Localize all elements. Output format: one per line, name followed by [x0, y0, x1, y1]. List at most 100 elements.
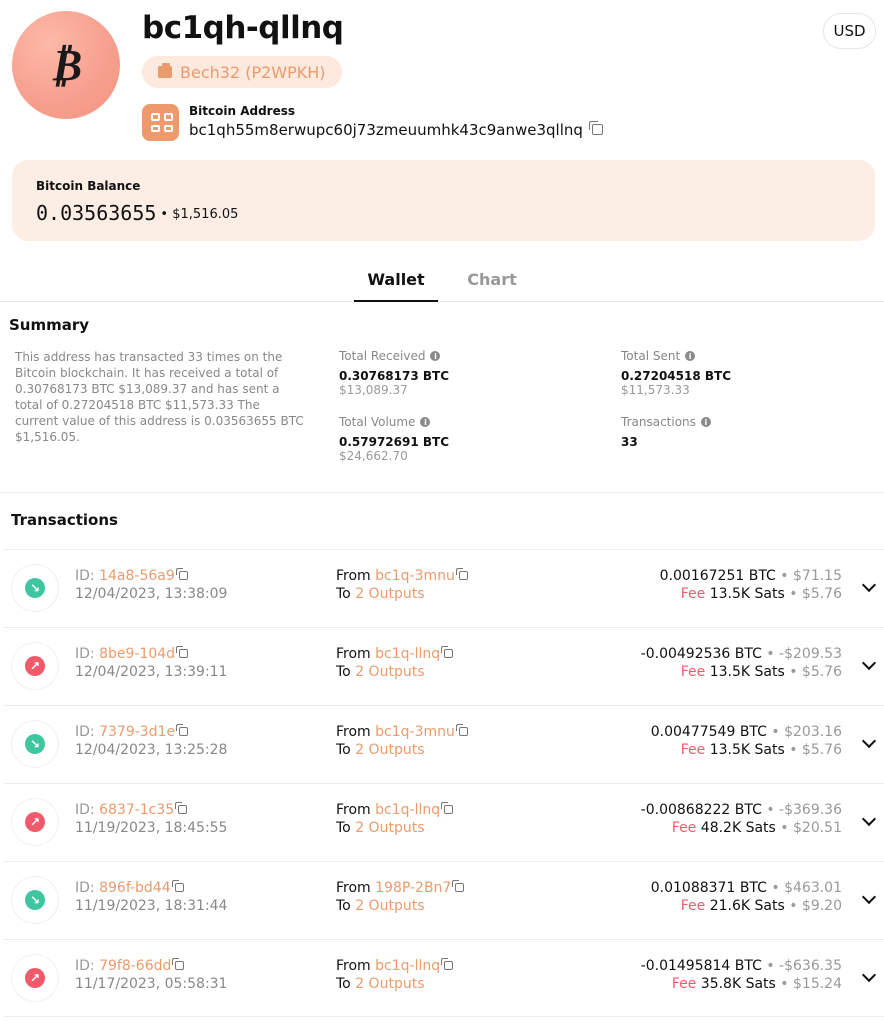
wallet-icon: [158, 63, 172, 78]
chevron-down-icon[interactable]: [861, 889, 877, 905]
to-prefix: To: [336, 664, 351, 680]
from-address-link[interactable]: bc1q-3mnu: [375, 568, 455, 584]
arrow-up-right-icon: ↗: [25, 812, 45, 832]
qr-code-icon-part: [164, 113, 173, 121]
tx-id: ID: 6837-1c35: [75, 802, 188, 818]
stat-total-sent: Total Sent i 0.27204518 BTC $11,573.33: [621, 349, 731, 397]
direction-badge: ↘: [12, 877, 58, 923]
chevron-down-icon[interactable]: [861, 967, 877, 983]
copy-icon[interactable]: [441, 958, 454, 970]
tx-id-link[interactable]: 79f8-66dd: [99, 958, 171, 974]
tx-date: 12/04/2023, 13:25:28: [75, 742, 228, 758]
tx-id-prefix: ID:: [75, 724, 95, 740]
tx-date: 12/04/2023, 13:38:09: [75, 586, 228, 602]
copy-icon[interactable]: [176, 646, 189, 658]
tab-wallet[interactable]: Wallet: [354, 270, 438, 302]
fee-usd: • $5.76: [789, 664, 842, 680]
fee-sats: 48.2K Sats: [700, 820, 776, 836]
divider: [0, 492, 884, 493]
tx-id-link[interactable]: 896f-bd44: [99, 880, 171, 896]
info-icon[interactable]: i: [420, 417, 431, 427]
to-prefix: To: [336, 898, 351, 914]
tx-id-link[interactable]: 6837-1c35: [99, 802, 174, 818]
stat-transactions: Transactions i 33: [621, 415, 711, 449]
chevron-down-icon[interactable]: [861, 811, 877, 827]
copy-icon[interactable]: [455, 568, 468, 580]
stat-usd: $11,573.33: [621, 383, 690, 397]
tx-amount-btc: 0.00477549 BTC: [650, 724, 767, 740]
copy-icon[interactable]: [452, 880, 465, 892]
tx-from: From bc1q-llnq: [336, 958, 454, 974]
fee-label: Fee: [680, 586, 706, 602]
currency-button[interactable]: USD: [823, 13, 876, 49]
info-icon[interactable]: i: [700, 417, 711, 427]
copy-icon[interactable]: [176, 724, 189, 736]
qr-code-icon-part: [164, 124, 173, 132]
chevron-down-icon[interactable]: [861, 733, 877, 749]
from-address-link[interactable]: bc1q-llnq: [375, 958, 440, 974]
info-icon[interactable]: i: [685, 351, 696, 361]
tx-id: ID: 7379-3d1e: [75, 724, 189, 740]
fee-usd: • $20.51: [780, 820, 842, 836]
copy-icon[interactable]: [441, 646, 454, 658]
table-row[interactable]: ↘ ID: 14a8-56a9 12/04/2023, 13:38:09 From b…: [4, 549, 884, 627]
tx-id-prefix: ID:: [75, 880, 95, 896]
page-title: bc1qh-qllnq: [142, 10, 344, 46]
table-row[interactable]: ↘ ID: 7379-3d1e 12/04/2023, 13:25:28 From b…: [4, 705, 884, 783]
tx-amount-btc: -0.00868222 BTC: [640, 802, 762, 818]
stat-label: Transactions: [621, 415, 696, 429]
fee-sats: 21.6K Sats: [709, 898, 785, 914]
direction-badge: ↘: [12, 721, 58, 767]
fee-usd: • $5.76: [789, 742, 842, 758]
summary-title: Summary: [9, 316, 90, 334]
to-prefix: To: [336, 820, 351, 836]
stat-label: Total Volume: [339, 415, 416, 429]
table-row[interactable]: ↗ ID: 8be9-104d 12/04/2023, 13:39:11 From b…: [4, 627, 884, 705]
tab-chart[interactable]: Chart: [462, 270, 522, 289]
to-outputs-link[interactable]: 2 Outputs: [355, 586, 424, 602]
chevron-down-icon[interactable]: [861, 577, 877, 593]
copy-icon[interactable]: [172, 958, 185, 970]
tx-amount-usd: • -$209.53: [766, 646, 842, 662]
fee-usd: • $9.20: [789, 898, 842, 914]
tx-id-link[interactable]: 7379-3d1e: [99, 724, 175, 740]
fee-sats: 13.5K Sats: [709, 664, 785, 680]
tx-id-link[interactable]: 14a8-56a9: [99, 568, 175, 584]
tx-from: From bc1q-3mnu: [336, 724, 468, 740]
tx-id: ID: 896f-bd44: [75, 880, 184, 896]
from-address-link[interactable]: bc1q-3mnu: [375, 724, 455, 740]
fee-usd: • $15.24: [780, 976, 842, 992]
tx-id-prefix: ID:: [75, 958, 95, 974]
qr-code-button[interactable]: [142, 104, 179, 141]
tx-id-link[interactable]: 8be9-104d: [99, 646, 175, 662]
to-prefix: To: [336, 976, 351, 992]
chevron-down-icon[interactable]: [861, 655, 877, 671]
stat-value: 33: [621, 435, 638, 449]
table-row[interactable]: ↘ ID: 896f-bd44 11/19/2023, 18:31:44 From 1…: [4, 861, 884, 939]
from-address-link[interactable]: 198P-2Bn7: [375, 880, 451, 896]
stat-value: 0.30768173 BTC: [339, 369, 450, 383]
info-icon[interactable]: i: [430, 351, 441, 361]
copy-icon[interactable]: [588, 121, 603, 135]
to-outputs-link[interactable]: 2 Outputs: [355, 664, 424, 680]
bitcoin-icon: ₿: [49, 39, 83, 91]
address-text: bc1qh55m8erwupc60j73zmeuumhk43c9anwe3qll…: [189, 121, 583, 139]
from-address-link[interactable]: bc1q-llnq: [375, 646, 440, 662]
tx-amount: 0.00477549 BTC • $203.16: [651, 724, 842, 740]
to-outputs-link[interactable]: 2 Outputs: [355, 898, 424, 914]
to-outputs-link[interactable]: 2 Outputs: [355, 820, 424, 836]
from-address-link[interactable]: bc1q-llnq: [375, 802, 440, 818]
copy-icon[interactable]: [455, 724, 468, 736]
stat-total-volume: Total Volume i 0.57972691 BTC $24,662.70: [339, 415, 449, 463]
copy-icon[interactable]: [441, 802, 454, 814]
table-row[interactable]: ↗ ID: 6837-1c35 11/19/2023, 18:45:55 From b…: [4, 783, 884, 861]
address-type-badge: Bech32 (P2WPKH): [142, 56, 342, 88]
table-row[interactable]: ↗ ID: 79f8-66dd 11/17/2023, 05:58:31 From b…: [4, 939, 884, 1017]
fee-label: Fee: [680, 742, 706, 758]
tx-id-prefix: ID:: [75, 568, 95, 584]
copy-icon[interactable]: [175, 802, 188, 814]
copy-icon[interactable]: [175, 568, 188, 580]
copy-icon[interactable]: [171, 880, 184, 892]
to-outputs-link[interactable]: 2 Outputs: [355, 742, 424, 758]
to-outputs-link[interactable]: 2 Outputs: [355, 976, 424, 992]
